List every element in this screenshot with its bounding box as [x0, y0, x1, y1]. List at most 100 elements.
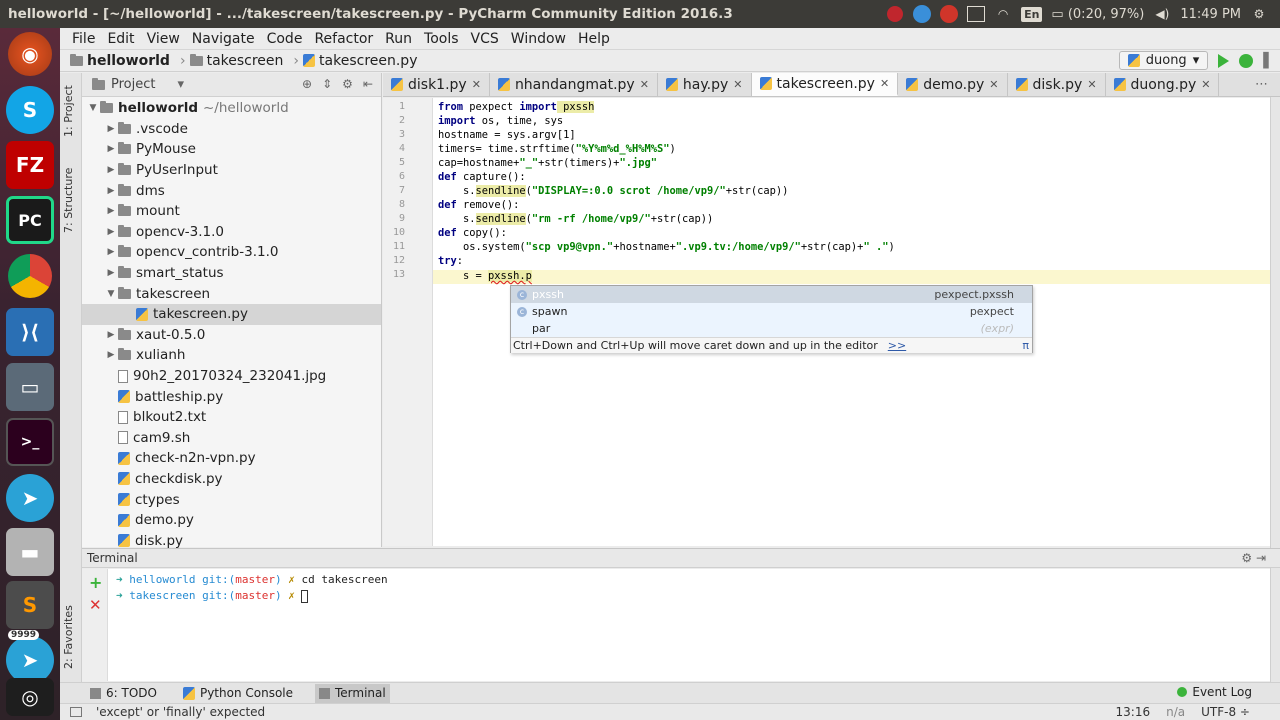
- language-indicator[interactable]: En: [1021, 6, 1043, 22]
- project-tool-tab[interactable]: 1: Project: [62, 85, 75, 137]
- tree-root[interactable]: ▼ helloworld ~/helloworld: [82, 98, 381, 119]
- tree-item[interactable]: ▶ .vscode: [82, 119, 381, 140]
- expand-arrow-icon[interactable]: ▶: [104, 124, 118, 134]
- volume-icon[interactable]: ◀): [1153, 5, 1171, 23]
- expand-arrow-icon[interactable]: ▶: [104, 206, 118, 216]
- tree-item[interactable]: ▶ smart_status: [82, 263, 381, 284]
- tree-item[interactable]: ▶ PyUserInput: [82, 160, 381, 181]
- power-gear-icon[interactable]: ⚙: [1250, 5, 1268, 23]
- tree-item[interactable]: takescreen.py: [82, 303, 381, 325]
- file-encoding[interactable]: UTF-8 ÷: [1201, 705, 1250, 719]
- menu-tools[interactable]: Tools: [418, 31, 465, 47]
- indicator-red-icon[interactable]: [886, 5, 904, 23]
- tree-item[interactable]: cam9.sh: [82, 428, 381, 449]
- favorites-tool-tab[interactable]: 2: Favorites: [62, 605, 75, 669]
- tab-demo[interactable]: demo.py ✕: [898, 73, 1008, 96]
- tab-takescreen[interactable]: takescreen.py ✕: [751, 73, 899, 96]
- menu-help[interactable]: Help: [572, 31, 616, 47]
- close-session-icon[interactable]: ✕: [89, 596, 102, 614]
- tab-nhandangmat[interactable]: nhandangmat.py ✕: [490, 73, 658, 96]
- menu-refactor[interactable]: Refactor: [308, 31, 379, 47]
- completion-hint-link[interactable]: >>: [888, 339, 906, 352]
- expand-arrow-icon[interactable]: ▶: [104, 186, 118, 196]
- tree-item[interactable]: 90h2_20170324_232041.jpg: [82, 366, 381, 387]
- new-session-icon[interactable]: +: [89, 573, 102, 592]
- tree-item[interactable]: ▶ xulianh: [82, 345, 381, 366]
- event-log-button[interactable]: Event Log: [1177, 685, 1252, 699]
- todo-tool-button[interactable]: 6: TODO: [86, 684, 161, 703]
- tab-disk[interactable]: disk.py ✕: [1008, 73, 1106, 96]
- menu-window[interactable]: Window: [505, 31, 572, 47]
- project-view-selector[interactable]: Project: [111, 77, 155, 92]
- tree-item[interactable]: ▶ opencv-3.1.0: [82, 222, 381, 243]
- run-icon[interactable]: [1218, 53, 1230, 68]
- menu-view[interactable]: View: [141, 31, 186, 47]
- expand-arrow-icon[interactable]: ▶: [104, 144, 118, 154]
- breadcrumb-file[interactable]: takescreen.py: [303, 53, 417, 69]
- pycharm-icon[interactable]: PC: [6, 196, 54, 244]
- toolbar-more-icon[interactable]: ▌: [1263, 53, 1274, 69]
- expand-arrow-icon[interactable]: ▶: [104, 330, 118, 340]
- tree-item[interactable]: blkout2.txt: [82, 407, 381, 428]
- debug-icon[interactable]: [1239, 53, 1254, 68]
- breadcrumb-folder[interactable]: takescreen: [189, 53, 283, 69]
- tree-item[interactable]: ▶ opencv_contrib-3.1.0: [82, 242, 381, 263]
- remote-desktop-icon[interactable]: ▭: [6, 363, 54, 411]
- expand-arrow-icon[interactable]: ▼: [86, 103, 100, 113]
- ubuntu-dash-icon[interactable]: ◉: [8, 32, 52, 76]
- completion-item-spawn[interactable]: c spawn pexpect: [511, 303, 1032, 320]
- expand-arrow-icon[interactable]: ▶: [104, 350, 118, 360]
- telegram-icon[interactable]: ➤: [6, 474, 54, 522]
- line-separator[interactable]: n/a: [1166, 705, 1185, 719]
- battery-indicator[interactable]: ▭ (0:20, 97%): [1051, 7, 1144, 22]
- wifi-icon[interactable]: ◠: [994, 5, 1012, 23]
- skype-indicator-icon[interactable]: [913, 5, 932, 23]
- expand-arrow-icon[interactable]: ▶: [104, 247, 118, 257]
- tool-windows-toggle-icon[interactable]: [70, 707, 82, 717]
- tab-hay[interactable]: hay.py ✕: [658, 73, 752, 96]
- menu-edit[interactable]: Edit: [101, 31, 140, 47]
- structure-tool-tab[interactable]: 7: Structure: [62, 168, 75, 233]
- expand-arrow-icon[interactable]: ▶: [104, 268, 118, 278]
- menu-code[interactable]: Code: [261, 31, 309, 47]
- close-icon[interactable]: ✕: [472, 78, 481, 91]
- caret-position[interactable]: 13:16: [1116, 705, 1151, 719]
- collapse-arrow-icon[interactable]: ▼: [104, 289, 118, 299]
- disks-icon[interactable]: ▬: [6, 528, 54, 576]
- close-icon[interactable]: ✕: [880, 77, 889, 90]
- clock[interactable]: 11:49 PM: [1180, 7, 1241, 22]
- run-configuration-select[interactable]: duong ▾: [1118, 51, 1209, 70]
- completion-item-par[interactable]: par (expr): [511, 320, 1032, 337]
- menu-run[interactable]: Run: [379, 31, 418, 47]
- breadcrumb-root[interactable]: helloworld: [70, 53, 170, 69]
- expand-arrow-icon[interactable]: ▶: [104, 165, 118, 175]
- scroll-from-source-icon[interactable]: ⊕: [302, 77, 312, 91]
- tree-item[interactable]: ▼ takescreen: [82, 283, 381, 304]
- tree-item[interactable]: ▶ dms: [82, 180, 381, 201]
- menu-file[interactable]: File: [66, 31, 101, 47]
- hide-icon[interactable]: ⇥: [1256, 551, 1266, 565]
- close-icon[interactable]: ✕: [1201, 78, 1210, 91]
- tree-item[interactable]: ctypes: [82, 489, 381, 510]
- terminal-icon[interactable]: >_: [6, 418, 54, 466]
- chrome-icon[interactable]: [8, 254, 52, 298]
- sublime-text-icon[interactable]: S: [6, 581, 54, 629]
- chrome-indicator-icon[interactable]: [940, 5, 959, 23]
- hide-icon[interactable]: ⇤: [363, 77, 373, 91]
- python-console-tool-button[interactable]: Python Console: [179, 684, 297, 703]
- keyboard-grid-icon[interactable]: [967, 5, 986, 23]
- telegram-badge-icon[interactable]: ➤ 9999: [6, 630, 54, 684]
- close-icon[interactable]: ✕: [989, 78, 998, 91]
- gear-icon[interactable]: ⚙: [1241, 551, 1252, 565]
- terminal-panel[interactable]: + ✕ ➜ helloworld git:(master) ✗ cd takes…: [82, 569, 1270, 681]
- vscode-icon[interactable]: ⟩⟨: [6, 308, 54, 356]
- close-icon[interactable]: ✕: [733, 78, 742, 91]
- pin-icon[interactable]: π: [1022, 339, 1029, 352]
- tab-duong[interactable]: duong.py ✕: [1106, 73, 1220, 96]
- tab-disk1[interactable]: disk1.py ✕: [383, 73, 490, 96]
- skype-icon[interactable]: S: [6, 86, 54, 134]
- tree-item[interactable]: checkdisk.py: [82, 469, 381, 490]
- tab-list-icon[interactable]: ⋯: [1255, 77, 1268, 92]
- chevron-down-icon[interactable]: ▾: [177, 77, 184, 92]
- filezilla-icon[interactable]: FZ: [6, 141, 54, 189]
